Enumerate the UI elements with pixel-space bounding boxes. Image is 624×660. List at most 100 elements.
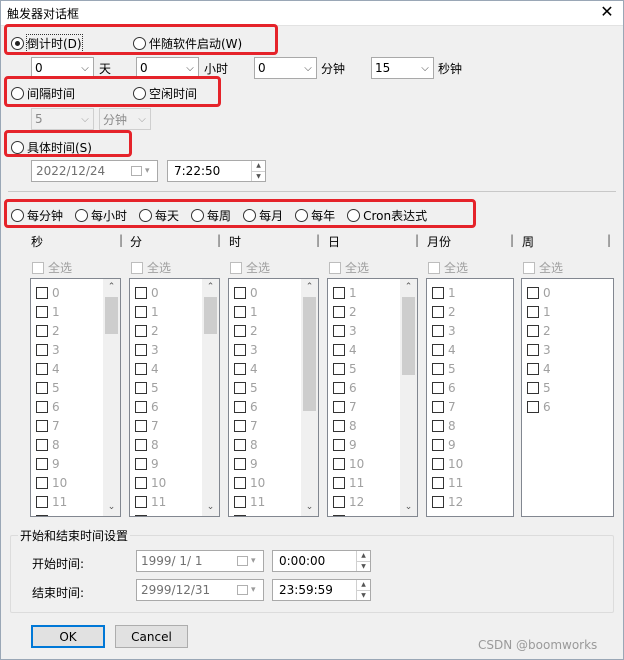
list-item[interactable]: 0 [36, 283, 67, 302]
list-item[interactable]: 11 [36, 492, 67, 511]
select-all-hours[interactable]: 全选 [230, 259, 270, 276]
select-all-seconds[interactable]: 全选 [32, 259, 72, 276]
list-item[interactable]: 10 [36, 473, 67, 492]
list-item[interactable]: 2 [333, 302, 364, 321]
list-item[interactable]: 9 [36, 454, 67, 473]
list-item[interactable]: 4 [36, 359, 67, 378]
list-item[interactable]: 4 [135, 359, 166, 378]
specific-date-picker[interactable]: 2022/12/24 ▾ [31, 160, 158, 182]
scroll-up-icon[interactable]: ⌃ [301, 279, 318, 296]
scrollbar-thumb[interactable] [105, 297, 118, 334]
radio-with-software-start[interactable]: 伴随软件启动(W) [133, 35, 242, 52]
list-item[interactable]: 11 [234, 492, 265, 511]
scroll-down-icon[interactable]: ⌄ [202, 499, 219, 516]
list-item[interactable]: 10 [432, 454, 463, 473]
list-item[interactable]: 2 [234, 321, 265, 340]
list-item[interactable]: 9 [432, 435, 463, 454]
list-item[interactable]: 4 [333, 340, 364, 359]
list-item[interactable]: 2 [36, 321, 67, 340]
month-listbox[interactable]: 1 2 3 4 5 6 7 8 9 10 11 12 [426, 278, 514, 517]
scrollbar-thumb[interactable] [402, 297, 415, 375]
list-item[interactable]: 9 [333, 435, 364, 454]
list-item[interactable]: 12 [432, 492, 463, 511]
list-item[interactable]: 3 [234, 340, 265, 359]
list-item[interactable]: 5 [333, 359, 364, 378]
list-item[interactable]: 7 [36, 416, 67, 435]
spin-down-icon[interactable]: ▼ [357, 560, 370, 572]
scroll-up-icon[interactable]: ⌃ [400, 279, 417, 296]
list-item[interactable]: 11 [432, 473, 463, 492]
list-item[interactable]: 5 [527, 378, 551, 397]
list-item[interactable]: 10 [135, 473, 166, 492]
end-date-picker[interactable]: 2999/12/31 ▾ [136, 579, 264, 601]
specific-time-spinner[interactable]: 7:22:50 ▲ ▼ [167, 160, 266, 182]
list-item[interactable]: 11 [333, 473, 364, 492]
end-time-spinner[interactable]: 23:59:59 ▲ ▼ [272, 579, 371, 601]
list-item[interactable]: 3 [135, 340, 166, 359]
list-item[interactable]: 6 [234, 397, 265, 416]
list-item[interactable]: 4 [234, 359, 265, 378]
list-item[interactable]: 2 [527, 321, 551, 340]
radio-every-hour[interactable]: 每小时 [75, 207, 127, 224]
radio-every-day[interactable]: 每天 [139, 207, 179, 224]
list-item[interactable]: 8 [234, 435, 265, 454]
list-item[interactable]: 0 [135, 283, 166, 302]
days-select[interactable]: 0 ⌵ [31, 57, 94, 79]
seconds-select[interactable]: 15 ⌵ [371, 57, 434, 79]
list-item[interactable]: 3 [432, 321, 463, 340]
hours-listbox[interactable]: 0123456789101112⌃⌄ [228, 278, 319, 517]
list-item[interactable]: 6 [527, 397, 551, 416]
scrollbar[interactable]: ⌃ ⌄ [202, 279, 219, 516]
list-item[interactable]: 5 [432, 359, 463, 378]
list-item[interactable]: 5 [135, 378, 166, 397]
minutes-listbox[interactable]: 0123456789101112⌃⌄ [129, 278, 220, 517]
list-item[interactable]: 1 [234, 302, 265, 321]
scroll-up-icon[interactable]: ⌃ [103, 279, 120, 296]
list-item[interactable]: 8 [36, 435, 67, 454]
list-item[interactable]: 11 [135, 492, 166, 511]
seconds-listbox[interactable]: 0123456789101112⌃⌄ [30, 278, 121, 517]
list-item[interactable]: 2 [135, 321, 166, 340]
week-listbox[interactable]: 0 1 2 3 4 5 6 [521, 278, 614, 517]
list-item[interactable]: 12 [234, 511, 265, 516]
radio-every-year[interactable]: 每年 [295, 207, 335, 224]
list-item[interactable]: 10 [234, 473, 265, 492]
minutes-select[interactable]: 0 ⌵ [254, 57, 317, 79]
list-item[interactable]: 2 [432, 302, 463, 321]
select-all-day[interactable]: 全选 [329, 259, 369, 276]
radio-every-week[interactable]: 每周 [191, 207, 231, 224]
scrollbar-thumb[interactable] [204, 297, 217, 334]
list-item[interactable]: 8 [333, 416, 364, 435]
list-item[interactable]: 6 [36, 397, 67, 416]
hours-select[interactable]: 0 ⌵ [136, 57, 199, 79]
list-item[interactable]: 12 [333, 492, 364, 511]
select-all-week[interactable]: 全选 [523, 259, 563, 276]
list-item[interactable]: 7 [432, 397, 463, 416]
list-item[interactable]: 5 [234, 378, 265, 397]
list-item[interactable]: 3 [527, 340, 551, 359]
start-date-picker[interactable]: 1999/ 1/ 1 ▾ [136, 550, 264, 572]
radio-idle[interactable]: 空闲时间 [133, 85, 197, 102]
scrollbar[interactable]: ⌃ ⌄ [103, 279, 120, 516]
select-all-month[interactable]: 全选 [428, 259, 468, 276]
list-item[interactable]: 5 [36, 378, 67, 397]
radio-interval[interactable]: 间隔时间 [11, 85, 75, 102]
day-listbox[interactable]: 12345678910111213⌃⌄ [327, 278, 418, 517]
radio-specific-time[interactable]: 具体时间(S) [11, 139, 92, 156]
list-item[interactable]: 7 [234, 416, 265, 435]
scroll-up-icon[interactable]: ⌃ [202, 279, 219, 296]
list-item[interactable]: 0 [234, 283, 265, 302]
list-item[interactable]: 3 [333, 321, 364, 340]
scroll-down-icon[interactable]: ⌄ [400, 499, 417, 516]
list-item[interactable]: 1 [135, 302, 166, 321]
spin-up-icon[interactable]: ▲ [252, 161, 265, 171]
ok-button[interactable]: OK [31, 625, 105, 648]
close-icon[interactable]: ✕ [596, 1, 618, 23]
spin-down-icon[interactable]: ▼ [357, 589, 370, 601]
scrollbar[interactable]: ⌃ ⌄ [301, 279, 318, 516]
radio-every-month[interactable]: 每月 [243, 207, 283, 224]
scroll-down-icon[interactable]: ⌄ [301, 499, 318, 516]
cancel-button[interactable]: Cancel [115, 625, 188, 648]
spin-down-icon[interactable]: ▼ [252, 170, 265, 182]
scroll-down-icon[interactable]: ⌄ [103, 499, 120, 516]
